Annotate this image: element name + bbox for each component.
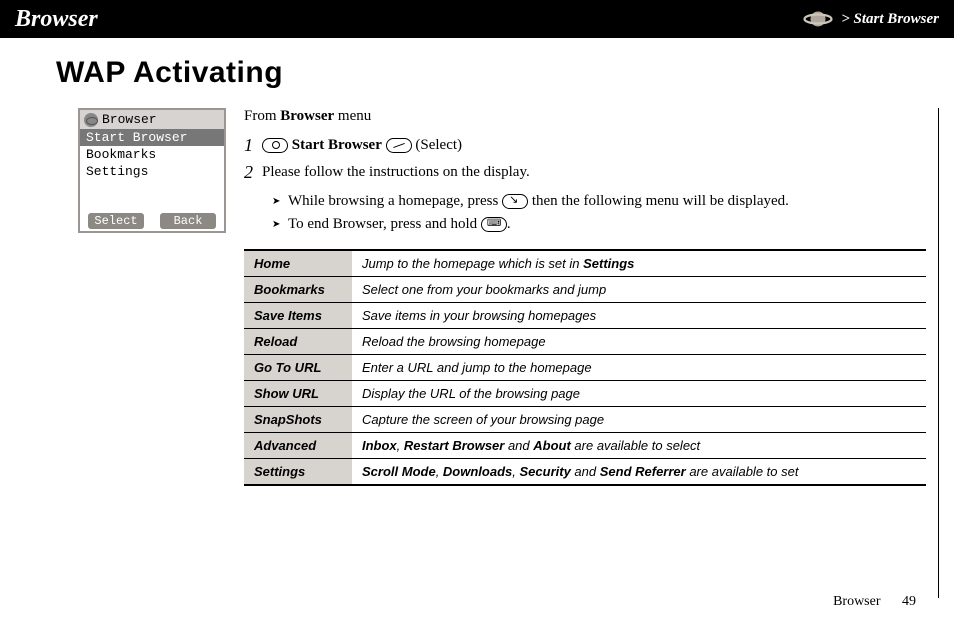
opt-desc: Capture the screen of your browsing page bbox=[352, 406, 926, 432]
opt-label: Advanced bbox=[244, 432, 352, 458]
table-row: Settings Scroll Mode, Downloads, Securit… bbox=[244, 458, 926, 485]
header-title: Browser bbox=[15, 6, 803, 33]
bullet-item: To end Browser, press and hold . bbox=[272, 214, 926, 234]
table-row: SnapShots Capture the screen of your bro… bbox=[244, 406, 926, 432]
opt-desc: Inbox, Restart Browser and About are ava… bbox=[352, 432, 926, 458]
table-row: Bookmarks Select one from your bookmarks… bbox=[244, 276, 926, 302]
phone-item-start-browser: Start Browser bbox=[80, 129, 224, 146]
joystick-icon bbox=[262, 138, 288, 153]
phone-titlebar: Browser bbox=[80, 110, 224, 129]
step-number: 2 bbox=[244, 162, 262, 183]
phone-menu: Start Browser Bookmarks Settings bbox=[80, 129, 224, 180]
step-2: 2 Please follow the instructions on the … bbox=[244, 162, 926, 183]
footer-section: Browser bbox=[833, 594, 880, 609]
opt-desc: Select one from your bookmarks and jump bbox=[352, 276, 926, 302]
opt-desc: Enter a URL and jump to the homepage bbox=[352, 354, 926, 380]
table-row: Advanced Inbox, Restart Browser and Abou… bbox=[244, 432, 926, 458]
step-body: Start Browser (Select) bbox=[262, 135, 926, 155]
phone-softkeys: Select Back bbox=[80, 210, 224, 231]
sub-bullets: While browsing a homepage, press then th… bbox=[272, 191, 926, 235]
page-title: WAP Activating bbox=[56, 56, 954, 90]
phone-item-bookmarks: Bookmarks bbox=[80, 146, 224, 163]
softkey-back: Back bbox=[160, 213, 216, 229]
step-number: 1 bbox=[244, 135, 262, 156]
opt-desc: Reload the browsing homepage bbox=[352, 328, 926, 354]
opt-desc: Save items in your browsing homepages bbox=[352, 302, 926, 328]
opt-label: Go To URL bbox=[244, 354, 352, 380]
opt-label: Bookmarks bbox=[244, 276, 352, 302]
opt-label: Show URL bbox=[244, 380, 352, 406]
opt-label: Save Items bbox=[244, 302, 352, 328]
breadcrumb-text: > Start Browser bbox=[841, 11, 939, 28]
table-row: Reload Reload the browsing homepage bbox=[244, 328, 926, 354]
breadcrumb: > Start Browser bbox=[803, 7, 939, 31]
opt-desc: Display the URL of the browsing page bbox=[352, 380, 926, 406]
table-row: Save Items Save items in your browsing h… bbox=[244, 302, 926, 328]
opt-desc: Scroll Mode, Downloads, Security and Sen… bbox=[352, 458, 926, 485]
softkey-icon bbox=[386, 138, 412, 153]
options-table: Home Jump to the homepage which is set i… bbox=[244, 249, 926, 486]
table-row: Go To URL Enter a URL and jump to the ho… bbox=[244, 354, 926, 380]
phone-title: Browser bbox=[102, 112, 157, 127]
globe-icon bbox=[84, 113, 98, 127]
bullet-item: While browsing a homepage, press then th… bbox=[272, 191, 926, 211]
menu-key-icon bbox=[502, 194, 528, 209]
page-header: Browser > Start Browser bbox=[0, 0, 954, 38]
opt-label: Home bbox=[244, 250, 352, 277]
page-number: 49 bbox=[902, 594, 916, 609]
phone-mockup: Browser Start Browser Bookmarks Settings… bbox=[78, 108, 226, 233]
step-1: 1 Start Browser (Select) bbox=[244, 135, 926, 156]
opt-label: Reload bbox=[244, 328, 352, 354]
step-body: Please follow the instructions on the di… bbox=[262, 162, 926, 182]
end-key-icon bbox=[481, 217, 507, 232]
content-area: Browser Start Browser Bookmarks Settings… bbox=[0, 108, 954, 598]
softkey-select: Select bbox=[88, 213, 144, 229]
opt-label: SnapShots bbox=[244, 406, 352, 432]
table-row: Show URL Display the URL of the browsing… bbox=[244, 380, 926, 406]
opt-desc: Jump to the homepage which is set in Set… bbox=[352, 250, 926, 277]
instructions: From Browser menu 1 Start Browser (Selec… bbox=[244, 108, 939, 598]
opt-label: Settings bbox=[244, 458, 352, 485]
page-footer: Browser 49 bbox=[833, 594, 916, 610]
planet-icon bbox=[803, 7, 833, 31]
phone-item-settings: Settings bbox=[80, 163, 224, 180]
table-row: Home Jump to the homepage which is set i… bbox=[244, 250, 926, 277]
intro-line: From Browser menu bbox=[244, 108, 926, 125]
